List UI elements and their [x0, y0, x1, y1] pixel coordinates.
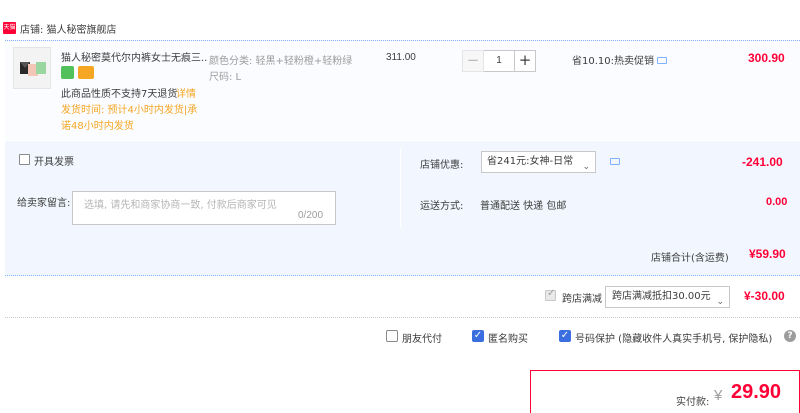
payment-currency: ¥ [714, 387, 723, 404]
tmall-shop-icon: 天猫 [3, 22, 16, 34]
anonymous-purchase-checkbox[interactable]: ✓ [472, 330, 484, 342]
chevron-down-icon: ⌄ [716, 297, 724, 307]
shop-discount-selected: 省241元:女神-日常 [487, 156, 574, 167]
ship-time-note-cont: 诺48小时内发货 [61, 121, 134, 132]
seller-message-counter: 0/200 [298, 210, 324, 221]
ship-time-note: 发货时间: 预计4小时内发货|承 [61, 105, 198, 116]
quantity-input[interactable]: 1 [484, 50, 514, 72]
store-total-label: 店铺合计(含运费) [651, 253, 729, 264]
cross-store-amount: ¥-30.00 [744, 289, 785, 303]
payment-label: 实付款: [676, 397, 710, 408]
section-divider [5, 317, 800, 318]
friend-pay-label[interactable]: 朋友代付 [402, 330, 442, 345]
unit-price: 311.00 [386, 52, 416, 63]
store-total-amount: ¥59.90 [749, 247, 786, 261]
quantity-decrease-button[interactable]: − [462, 50, 484, 72]
cross-store-label: 跨店满减 [562, 294, 602, 305]
seller-message-label: 给卖家留言: [17, 198, 71, 209]
friend-pay-checkbox[interactable] [386, 330, 398, 342]
sku-size: 尺码: L [209, 72, 242, 83]
cross-store-select[interactable]: 跨店满减抵扣30.00元 ⌄ [605, 286, 730, 308]
discount-chat-icon[interactable] [610, 158, 620, 165]
promo-chat-icon[interactable] [657, 57, 667, 64]
shipping-method-value: 普通配送 快递 包邮 [480, 201, 567, 212]
invoice-label[interactable]: 开具发票 [34, 153, 74, 168]
product-thumbnail[interactable] [13, 47, 51, 89]
promotion-text: 省10.10:热卖促销 [572, 56, 654, 67]
cross-store-checkbox[interactable]: ✓ [545, 288, 556, 301]
shop-discount-label: 店铺优惠: [420, 160, 464, 171]
item-total-price: 300.90 [748, 51, 785, 65]
shipping-method-label: 运送方式: [420, 201, 464, 212]
sku-color: 颜色分类: 轻黑+轻粉橙+轻粉绿 [209, 56, 353, 67]
product-title-link[interactable]: 猫人秘密莫代尔内裤女士无痕三... [61, 49, 207, 64]
chevron-down-icon: ⌄ [582, 162, 590, 172]
service-badge-icon[interactable] [61, 66, 74, 79]
number-protection-checkbox[interactable]: ✓ [559, 330, 571, 342]
shop-discount-amount: -241.00 [742, 155, 783, 169]
return-policy-detail-link[interactable]: 详情 [176, 85, 196, 100]
seller-message-placeholder: 选填, 请先和商家协商一致, 付款后商家可见 [84, 200, 277, 211]
card-badge-icon[interactable] [78, 66, 94, 79]
panel-divider [400, 148, 401, 228]
shop-name-link[interactable]: 店铺: 猫人秘密旗舰店 [20, 21, 117, 36]
shop-header: 天猫 店铺: 猫人秘密旗舰店 [0, 17, 117, 39]
number-protection-label[interactable]: 号码保护 (隐藏收件人真实手机号, 保护隐私) [575, 330, 772, 345]
check-icon: ✓ [547, 288, 556, 299]
shop-discount-select[interactable]: 省241元:女神-日常 ⌄ [481, 151, 596, 173]
shipping-fee: 0.00 [766, 196, 788, 208]
invoice-checkbox[interactable] [19, 154, 30, 165]
cross-store-selected: 跨店满减抵扣30.00元 [612, 291, 711, 302]
payment-amount: 29.90 [731, 381, 782, 403]
anonymous-purchase-label[interactable]: 匿名购买 [488, 330, 528, 345]
product-image-icon [20, 62, 46, 76]
return-policy-note: 此商品性质不支持7天退货 [61, 89, 178, 100]
help-icon[interactable]: ? [784, 330, 796, 342]
quantity-increase-button[interactable]: + [514, 50, 536, 72]
